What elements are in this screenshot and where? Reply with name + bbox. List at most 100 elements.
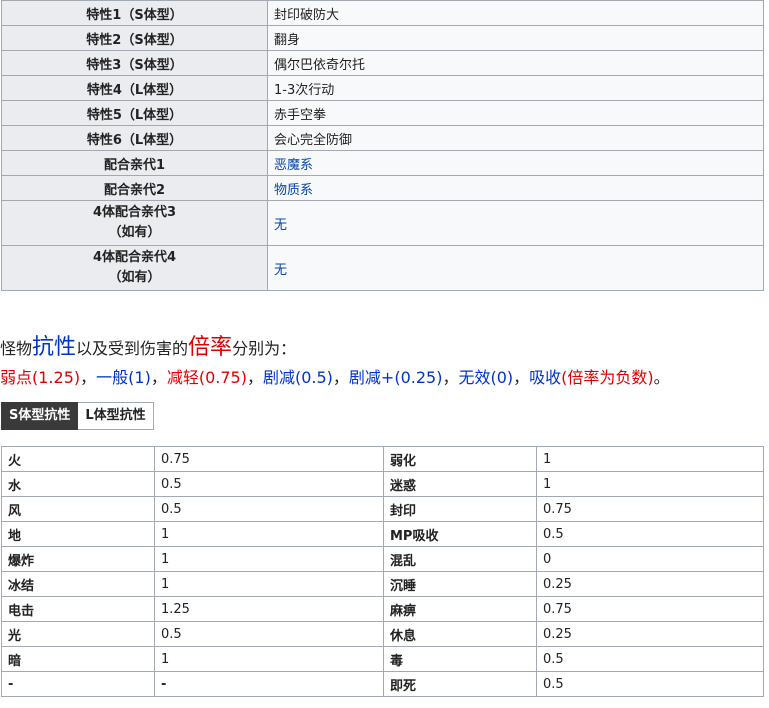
attribute-row: 配合亲代2 物质系	[1, 175, 764, 201]
element-rate: -	[154, 671, 384, 697]
element-name: 暗	[1, 646, 155, 672]
attribute-row: 配合亲代1 恶魔系	[1, 150, 764, 176]
tab-s-resistance[interactable]: S体型抗性	[1, 402, 79, 430]
resistance-row: 冰结 1 沉睡 0.25	[1, 571, 764, 597]
attribute-value: 会心完全防御	[267, 125, 764, 151]
attribute-row: 4体配合亲代4 （如有） 无	[1, 245, 764, 291]
intro-rate-word: 倍率	[188, 335, 233, 360]
monster-attribute-table: 特性1（S体型） 封印破防大 特性2（S体型） 翻身 特性3（S体型） 偶尔巴依奇尔托 特性…	[1, 0, 764, 291]
attribute-value[interactable]: 物质系	[267, 175, 764, 201]
legend-severe-plus: 剧减+(0.25)	[348, 368, 443, 387]
resistance-table: 火 0.75 弱化 1 水 0.5 迷惑 1 风 0.5 封印 0.75 地 1 MP吸收 0.5 爆炸 1 混乱 0…	[1, 446, 764, 697]
attribute-label-line: 4体配合亲代3	[92, 205, 177, 220]
status-rate: 0.75	[536, 596, 764, 622]
attribute-label: 4体配合亲代4 （如有）	[1, 245, 268, 291]
attribute-label: 4体配合亲代3 （如有）	[1, 200, 268, 246]
element-name: 冰结	[1, 571, 155, 597]
intro-text: 怪物	[0, 339, 33, 358]
attribute-label-line: 4体配合亲代4	[92, 250, 177, 265]
resistance-row: 火 0.75 弱化 1	[1, 446, 764, 472]
intro-resist-word: 抗性	[32, 335, 77, 360]
legend-sep: ，	[150, 368, 167, 387]
attribute-label: 特性4（L体型）	[1, 75, 268, 101]
resistance-row: 爆炸 1 混乱 0	[1, 546, 764, 572]
attribute-value: 偶尔巴依奇尔托	[267, 50, 764, 76]
status-rate: 0.25	[536, 621, 764, 647]
attribute-row: 特性6（L体型） 会心完全防御	[1, 125, 764, 151]
attribute-label: 特性1（S体型）	[1, 0, 268, 26]
status-rate: 0.75	[536, 496, 764, 522]
resistance-row: 风 0.5 封印 0.75	[1, 496, 764, 522]
attribute-label-note: （如有）	[108, 225, 161, 240]
intro-text: 以及受到伤害的	[76, 339, 189, 358]
legend-end: 。	[653, 368, 670, 387]
rate-legend: 弱点(1.25)，一般(1)，减轻(0.75)，剧减(0.5)，剧减+(0.25…	[0, 366, 670, 390]
resistance-row: - - 即死 0.5	[1, 671, 764, 697]
element-name: 爆炸	[1, 546, 155, 572]
attribute-label: 特性3（S体型）	[1, 50, 268, 76]
element-rate: 1	[154, 546, 384, 572]
resistance-row: 光 0.5 休息 0.25	[1, 621, 764, 647]
status-name: 麻痹	[383, 596, 537, 622]
attribute-row: 4体配合亲代3 （如有） 无	[1, 200, 764, 246]
resistance-row: 地 1 MP吸收 0.5	[1, 521, 764, 547]
resistance-row: 水 0.5 迷惑 1	[1, 471, 764, 497]
attribute-value: 翻身	[267, 25, 764, 51]
attribute-row: 特性4（L体型） 1-3次行动	[1, 75, 764, 101]
attribute-value[interactable]: 无	[267, 200, 764, 246]
element-rate: 0.5	[154, 471, 384, 497]
element-rate: 1	[154, 521, 384, 547]
status-rate: 0.25	[536, 571, 764, 597]
attribute-value[interactable]: 恶魔系	[267, 150, 764, 176]
legend-reduced: 减轻(0.75)	[166, 368, 247, 387]
status-rate: 0	[536, 546, 764, 572]
element-rate: 1.25	[154, 596, 384, 622]
status-name: 即死	[383, 671, 537, 697]
status-name: 弱化	[383, 446, 537, 472]
element-rate: 0.5	[154, 621, 384, 647]
element-name: 电击	[1, 596, 155, 622]
attribute-row: 特性2（S体型） 翻身	[1, 25, 764, 51]
attribute-label-note: （如有）	[108, 270, 161, 285]
legend-absorb-note: (倍率为负数)	[561, 368, 654, 387]
element-name: 风	[1, 496, 155, 522]
intro-text: 分别为：	[232, 339, 297, 358]
element-rate: 1	[154, 571, 384, 597]
status-rate: 1	[536, 471, 764, 497]
tab-l-resistance[interactable]: L体型抗性	[78, 402, 154, 430]
legend-sep: ，	[513, 368, 530, 387]
status-name: 毒	[383, 646, 537, 672]
resistance-intro: 怪物抗性以及受到伤害的倍率分别为：	[0, 336, 296, 361]
resistance-tabs: S体型抗性 L体型抗性	[1, 402, 154, 430]
attribute-label: 特性2（S体型）	[1, 25, 268, 51]
attribute-label: 配合亲代2	[1, 175, 268, 201]
resistance-row: 电击 1.25 麻痹 0.75	[1, 596, 764, 622]
status-rate: 0.5	[536, 521, 764, 547]
element-name: 光	[1, 621, 155, 647]
legend-weak: 弱点(1.25)	[0, 368, 81, 387]
status-name: 混乱	[383, 546, 537, 572]
attribute-row: 特性1（S体型） 封印破防大	[1, 0, 764, 26]
element-rate: 0.5	[154, 496, 384, 522]
status-rate: 0.5	[536, 671, 764, 697]
legend-sep: ，	[80, 368, 97, 387]
legend-immune: 无效(0)	[458, 368, 514, 387]
attribute-label: 特性6（L体型）	[1, 125, 268, 151]
attribute-label: 特性5（L体型）	[1, 100, 268, 126]
status-name: 迷惑	[383, 471, 537, 497]
status-name: 休息	[383, 621, 537, 647]
status-name: 封印	[383, 496, 537, 522]
attribute-value: 赤手空拳	[267, 100, 764, 126]
legend-sep: ，	[442, 368, 459, 387]
element-name: 地	[1, 521, 155, 547]
element-name: 火	[1, 446, 155, 472]
status-name: MP吸收	[383, 521, 537, 547]
resistance-row: 暗 1 毒 0.5	[1, 646, 764, 672]
legend-sep: ，	[332, 368, 349, 387]
attribute-value: 封印破防大	[267, 0, 764, 26]
attribute-value[interactable]: 无	[267, 245, 764, 291]
status-rate: 0.5	[536, 646, 764, 672]
attribute-row: 特性5（L体型） 赤手空拳	[1, 100, 764, 126]
element-name: -	[1, 671, 155, 697]
attribute-value: 1-3次行动	[267, 75, 764, 101]
